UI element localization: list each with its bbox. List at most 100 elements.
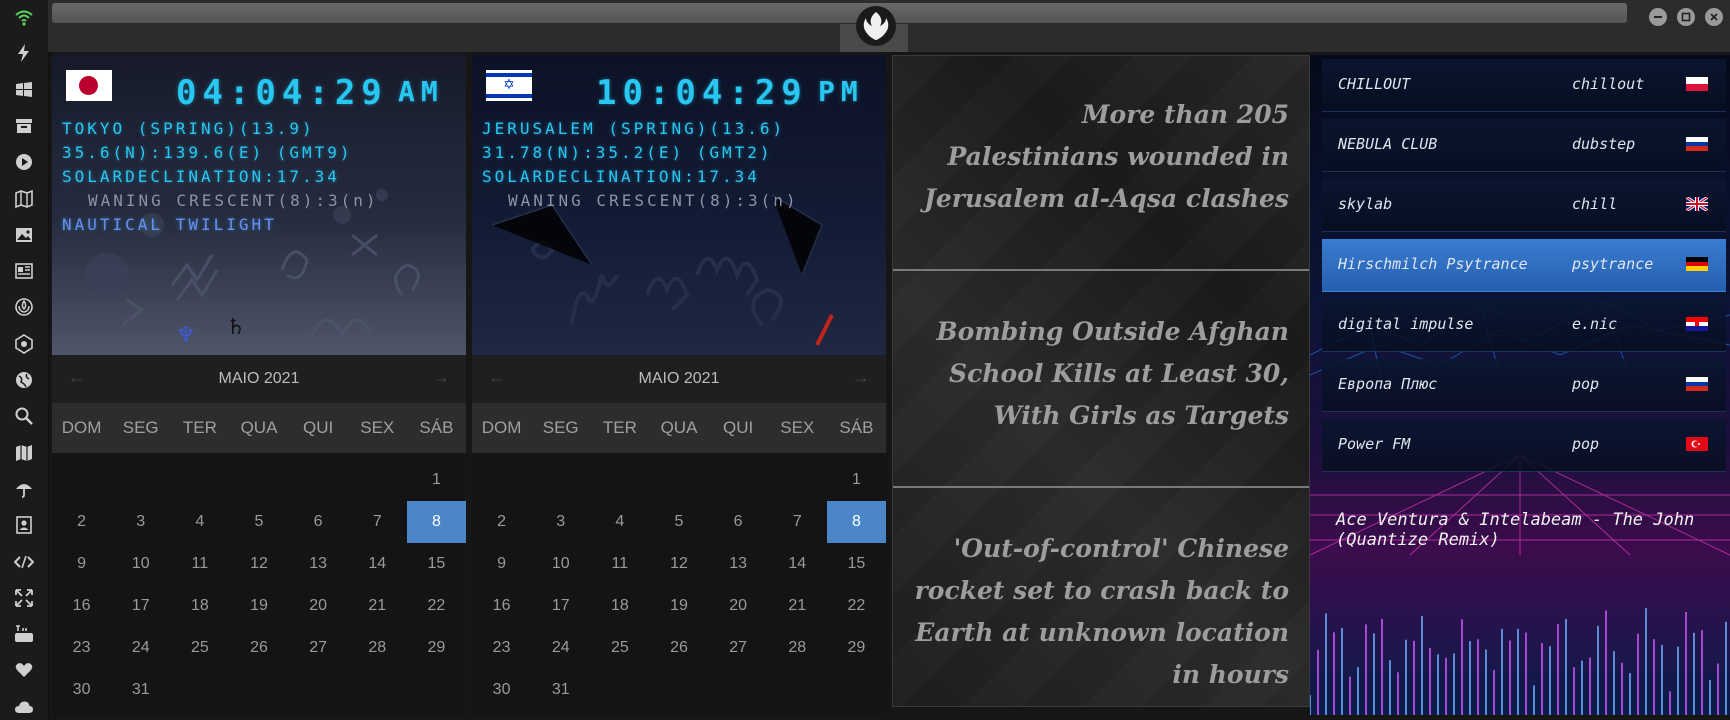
- calendar-day[interactable]: 21: [768, 585, 827, 627]
- calendar-day[interactable]: 7: [348, 501, 407, 543]
- calendar-day[interactable]: 25: [590, 627, 649, 669]
- calendar-empty-cell: [229, 459, 288, 501]
- calendar-day[interactable]: 30: [472, 669, 531, 711]
- hexagon-icon[interactable]: [12, 332, 36, 356]
- expand-icon[interactable]: [12, 586, 36, 610]
- calendar-day[interactable]: 20: [289, 585, 348, 627]
- calendar-day[interactable]: 30: [52, 669, 111, 711]
- calendar-day[interactable]: 2: [52, 501, 111, 543]
- calendar-day[interactable]: 27: [709, 627, 768, 669]
- calendar-day[interactable]: 29: [407, 627, 466, 669]
- news-headline[interactable]: 'Out-of-control' Chinese rocket set to c…: [913, 528, 1289, 696]
- calendar-day[interactable]: 13: [289, 543, 348, 585]
- calendar-day[interactable]: 5: [229, 501, 288, 543]
- calendar-day[interactable]: 25: [170, 627, 229, 669]
- wifi-icon[interactable]: [12, 5, 36, 29]
- calendar-day[interactable]: 22: [407, 585, 466, 627]
- globe-icon[interactable]: [12, 368, 36, 392]
- radio-station[interactable]: skylab chill: [1322, 179, 1726, 232]
- calendar-day[interactable]: 17: [531, 585, 590, 627]
- calendar-day[interactable]: 6: [289, 501, 348, 543]
- youtube-icon[interactable]: [12, 622, 36, 646]
- calendar-day[interactable]: 17: [111, 585, 170, 627]
- calendar-day[interactable]: 16: [472, 585, 531, 627]
- radio-station[interactable]: NEBULA CLUB dubstep: [1322, 119, 1726, 172]
- calendar-day[interactable]: 16: [52, 585, 111, 627]
- rebel-alliance-logo-icon[interactable]: [856, 6, 896, 46]
- search-icon[interactable]: [12, 404, 36, 428]
- calendar-day[interactable]: 11: [590, 543, 649, 585]
- calendar-day[interactable]: 27: [289, 627, 348, 669]
- calendar-day[interactable]: 18: [590, 585, 649, 627]
- calendar-day[interactable]: 12: [229, 543, 288, 585]
- calendar-day[interactable]: 21: [348, 585, 407, 627]
- calendar-day[interactable]: 15: [827, 543, 886, 585]
- calendar-day[interactable]: 15: [407, 543, 466, 585]
- calendar-day[interactable]: 7: [768, 501, 827, 543]
- radio-station[interactable]: CHILLOUT chillout: [1322, 59, 1726, 112]
- archive-icon[interactable]: [12, 114, 36, 138]
- calendar-day[interactable]: 20: [709, 585, 768, 627]
- calendar-day[interactable]: 5: [649, 501, 708, 543]
- calendar-day[interactable]: 13: [709, 543, 768, 585]
- calendar-day[interactable]: 2: [472, 501, 531, 543]
- news-icon[interactable]: [12, 259, 36, 283]
- close-button[interactable]: [1705, 8, 1723, 26]
- calendar-day[interactable]: 10: [531, 543, 590, 585]
- heart-icon[interactable]: [12, 658, 36, 682]
- play-icon[interactable]: [12, 150, 36, 174]
- calendar-day[interactable]: 24: [111, 627, 170, 669]
- calendar-day[interactable]: 29: [827, 627, 886, 669]
- calendar-day[interactable]: 14: [768, 543, 827, 585]
- calendar-day[interactable]: 3: [111, 501, 170, 543]
- calendar-day[interactable]: 28: [348, 627, 407, 669]
- calendar-day[interactable]: 31: [531, 669, 590, 711]
- calendar-day[interactable]: 9: [52, 543, 111, 585]
- contact-icon[interactable]: [12, 513, 36, 537]
- map-icon[interactable]: [12, 441, 36, 465]
- code-icon[interactable]: [12, 550, 36, 574]
- calendar-day[interactable]: 24: [531, 627, 590, 669]
- calendar-day[interactable]: 26: [649, 627, 708, 669]
- address-bar[interactable]: [52, 3, 1627, 23]
- calendar-day[interactable]: 14: [348, 543, 407, 585]
- calendar-day-selected[interactable]: 8: [406, 501, 466, 543]
- cloud-icon[interactable]: [12, 695, 36, 719]
- calendar-day[interactable]: 28: [768, 627, 827, 669]
- umbrella-icon[interactable]: [12, 477, 36, 501]
- maximize-button[interactable]: [1677, 8, 1695, 26]
- calendar-day-selected[interactable]: 8: [826, 501, 886, 543]
- minimize-button[interactable]: [1649, 8, 1667, 26]
- image-icon[interactable]: [12, 223, 36, 247]
- calendar-day[interactable]: 26: [229, 627, 288, 669]
- calendar-day[interactable]: 9: [472, 543, 531, 585]
- calendar-day[interactable]: 3: [531, 501, 590, 543]
- calendar-day[interactable]: 22: [827, 585, 886, 627]
- calendar-day[interactable]: 11: [170, 543, 229, 585]
- radio-station[interactable]: digital impulse e.nic: [1322, 299, 1726, 352]
- calendar-day[interactable]: 18: [170, 585, 229, 627]
- calendar-day[interactable]: 19: [649, 585, 708, 627]
- rebel-alliance-icon[interactable]: [12, 295, 36, 319]
- calendar-day[interactable]: 10: [111, 543, 170, 585]
- windows-icon[interactable]: [12, 78, 36, 102]
- calendar-day[interactable]: 12: [649, 543, 708, 585]
- lightning-icon[interactable]: [12, 41, 36, 65]
- calendar-day[interactable]: 4: [170, 501, 229, 543]
- calendar-day[interactable]: 23: [52, 627, 111, 669]
- news-headline[interactable]: Bombing Outside Afghan School Kills at L…: [913, 311, 1289, 437]
- map-folded-icon[interactable]: [12, 187, 36, 211]
- calendar-day[interactable]: 23: [472, 627, 531, 669]
- calendar-day[interactable]: 4: [590, 501, 649, 543]
- calendar-day[interactable]: 1: [827, 459, 886, 501]
- next-month-arrow-icon[interactable]: →: [432, 367, 450, 388]
- next-month-arrow-icon[interactable]: →: [852, 367, 870, 388]
- calendar-day[interactable]: 19: [229, 585, 288, 627]
- radio-station[interactable]: Европа Плюс pop: [1322, 359, 1726, 412]
- radio-station-active[interactable]: Hirschmilch Psytrance psytrance: [1322, 239, 1726, 292]
- calendar-day[interactable]: 31: [111, 669, 170, 711]
- calendar-day[interactable]: 1: [407, 459, 466, 501]
- calendar-day[interactable]: 6: [709, 501, 768, 543]
- news-headline[interactable]: More than 205 Palestinians wounded in Je…: [913, 94, 1289, 220]
- radio-station[interactable]: Power FM pop: [1322, 419, 1726, 472]
